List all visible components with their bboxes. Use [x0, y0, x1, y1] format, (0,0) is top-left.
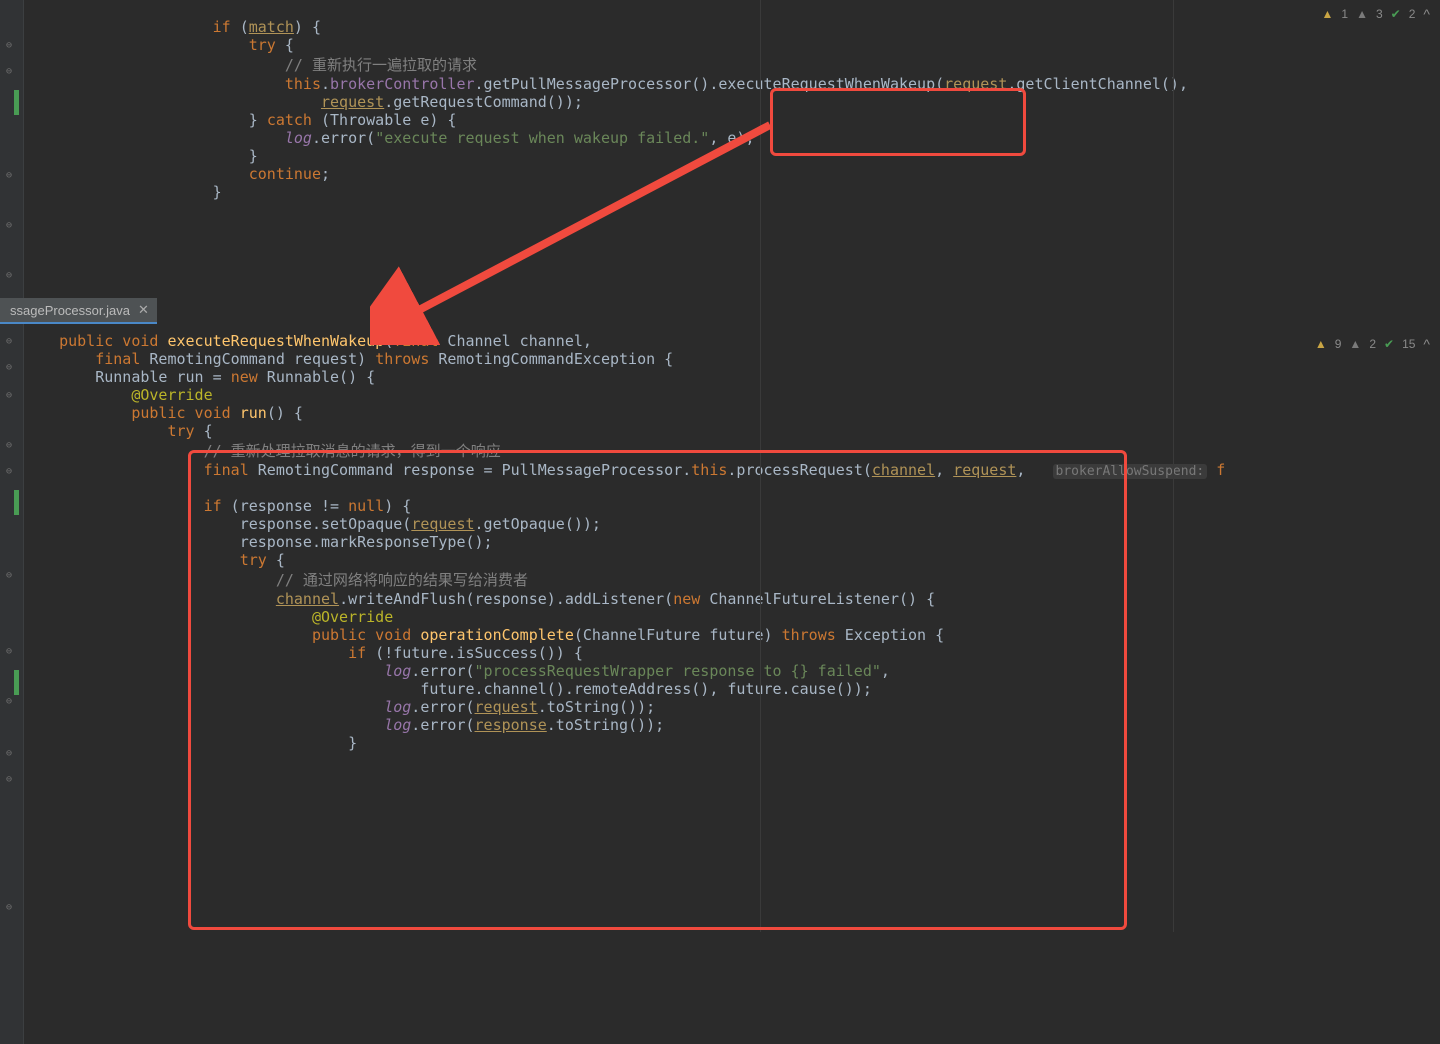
ok-count: 15 — [1402, 337, 1415, 351]
change-marker — [14, 670, 19, 695]
fold-icon[interactable]: ⊖ — [6, 218, 16, 228]
fold-icon[interactable]: ⊖ — [6, 694, 16, 704]
fold-icon[interactable]: ⊖ — [6, 360, 16, 370]
fold-icon[interactable]: ⊖ — [6, 900, 16, 910]
fold-icon[interactable]: ⊖ — [6, 268, 16, 278]
lower-code-block[interactable]: public void executeRequestWhenWakeup(fin… — [32, 332, 1225, 752]
fold-icon[interactable]: ⊖ — [6, 644, 16, 654]
weak-count: 2 — [1369, 337, 1376, 351]
fold-icon[interactable]: ⊖ — [6, 464, 16, 474]
fold-icon[interactable]: ⊖ — [6, 388, 16, 398]
warn-count: 9 — [1335, 337, 1342, 351]
fold-icon[interactable]: ⊖ — [6, 334, 16, 344]
fold-icon[interactable]: ⊖ — [6, 746, 16, 756]
weak-count: 3 — [1376, 7, 1383, 21]
upper-code-block[interactable]: } if (match) { try { // 重新执行一遍拉 — [32, 0, 1188, 201]
fold-icon[interactable]: ⊖ — [6, 772, 16, 782]
warning-icon: ▲ — [1315, 337, 1327, 351]
tab-label: ssageProcessor.java — [10, 303, 130, 318]
ok-count: 2 — [1409, 7, 1416, 21]
change-marker — [14, 490, 19, 515]
inspections-bottom[interactable]: ▲ 9 ▲ 2 ✔ 15 ^ — [1315, 336, 1430, 352]
fold-icon[interactable]: ⊖ — [6, 438, 16, 448]
gutter: ⊖ ⊖ ⊖ ⊖ ⊖ ⊖ ⊖ ⊖ ⊖ ⊖ ⊖ ⊖ ⊖ ⊖ ⊖ ⊖ — [0, 0, 24, 1044]
ok-icon: ✔ — [1391, 7, 1401, 21]
editor-tabs: ssageProcessor.java ✕ — [0, 298, 157, 324]
fold-icon[interactable]: ⊖ — [6, 568, 16, 578]
wrap-guide — [760, 0, 761, 932]
code-editor[interactable]: ⊖ ⊖ ⊖ ⊖ ⊖ ⊖ ⊖ ⊖ ⊖ ⊖ ⊖ ⊖ ⊖ ⊖ ⊖ ⊖ } — [0, 0, 1440, 1044]
warn-count: 1 — [1341, 7, 1348, 21]
close-icon[interactable]: ✕ — [138, 302, 149, 318]
weak-warning-icon: ▲ — [1349, 337, 1361, 351]
chevron-up-icon[interactable]: ^ — [1423, 336, 1430, 352]
chevron-up-icon[interactable]: ^ — [1423, 6, 1430, 22]
fold-icon[interactable]: ⊖ — [6, 64, 16, 74]
weak-warning-icon: ▲ — [1356, 7, 1368, 21]
fold-icon[interactable]: ⊖ — [6, 168, 16, 178]
fold-icon[interactable]: ⊖ — [6, 38, 16, 48]
warning-icon: ▲ — [1322, 7, 1334, 21]
wrap-guide — [1173, 0, 1174, 932]
inspections-top[interactable]: ▲ 1 ▲ 3 ✔ 2 ^ — [1322, 6, 1430, 22]
ok-icon: ✔ — [1384, 337, 1394, 351]
change-marker — [14, 90, 19, 115]
tab-file[interactable]: ssageProcessor.java ✕ — [0, 298, 157, 324]
